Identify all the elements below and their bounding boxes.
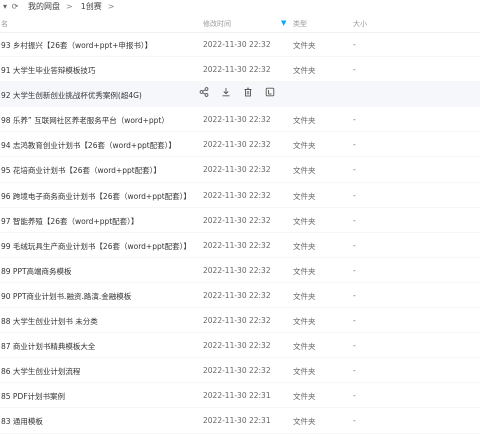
table-header: 名 修改时间 ▼ 类型 大小 bbox=[0, 16, 480, 33]
header-name[interactable]: 名 bbox=[1, 19, 8, 29]
header-type[interactable]: 类型 bbox=[293, 19, 307, 29]
file-type: 文件夹 bbox=[293, 141, 316, 151]
file-type: 文件夹 bbox=[293, 66, 316, 76]
file-name[interactable]: 99 毛绒玩具生产商业计划书【26套（word+ppt配套）】 bbox=[1, 241, 191, 252]
file-name[interactable]: 88 大学生创业计划书 未分类 bbox=[1, 316, 98, 327]
table-row[interactable]: 89 PPT高端商务模板 2022-11-30 22:32 文件夹 - bbox=[0, 258, 480, 283]
file-size: - bbox=[353, 165, 356, 175]
breadcrumb-current[interactable]: 1创赛 bbox=[81, 1, 102, 12]
table-row[interactable]: 96 跨境电子商务商业计划书【26套（word+ppt配套）】 2022-11-… bbox=[0, 183, 480, 208]
table-row-hovered[interactable]: 92 大学生创新创业挑战杯优秀案例(超4G) bbox=[0, 82, 480, 108]
file-type: 文件夹 bbox=[293, 266, 316, 276]
file-size: - bbox=[353, 115, 356, 125]
file-size: - bbox=[353, 391, 356, 401]
file-type: 文件夹 bbox=[293, 116, 316, 126]
breadcrumb-separator-trailing: > bbox=[107, 2, 115, 11]
file-name[interactable]: 91 大学生毕业答辩模板技巧 bbox=[1, 65, 95, 76]
file-size: - bbox=[353, 366, 356, 376]
file-size: - bbox=[353, 40, 356, 49]
table-row[interactable]: 97 智能养殖【26套（word+ppt配套）】 2022-11-30 22:3… bbox=[0, 208, 480, 233]
file-size: - bbox=[353, 290, 356, 300]
file-name[interactable]: 85 PDF计划书案例 bbox=[1, 391, 65, 402]
chevron-down-icon[interactable]: ▾ bbox=[0, 2, 10, 11]
file-modified: 2022-11-30 22:32 bbox=[203, 165, 271, 175]
file-modified: 2022-11-30 22:32 bbox=[203, 190, 271, 200]
row-actions bbox=[198, 86, 276, 98]
table-row[interactable]: 93 乡村振兴【26套（word+ppt+申报书）】 2022-11-30 22… bbox=[0, 32, 480, 58]
file-name[interactable]: 96 跨境电子商务商业计划书【26套（word+ppt配套）】 bbox=[1, 191, 191, 202]
download-icon[interactable] bbox=[220, 86, 232, 98]
file-size: - bbox=[353, 65, 356, 75]
table-row[interactable]: 88 大学生创业计划书 未分类 2022-11-30 22:32 文件夹 - bbox=[0, 308, 480, 334]
sort-arrow-icon[interactable]: ▼ bbox=[281, 19, 286, 27]
table-row[interactable]: 87 商业计划书精典模板大全 2022-11-30 22:32 文件夹 - bbox=[0, 333, 480, 359]
table-row[interactable]: 85 PDF计划书案例 2022-11-30 22:31 文件夹 - bbox=[0, 383, 480, 409]
file-modified: 2022-11-30 22:32 bbox=[203, 65, 271, 75]
table-row[interactable]: 94 志鸿教育创业计划书【26套（word+ppt配套）】 2022-11-30… bbox=[0, 132, 480, 158]
table-row[interactable]: 90 PPT商业计划书.融资.路演.金融模板 2022-11-30 22:32 … bbox=[0, 283, 480, 309]
file-size: - bbox=[353, 240, 356, 250]
file-size: - bbox=[353, 265, 356, 275]
file-modified: 2022-11-30 22:32 bbox=[203, 290, 271, 300]
file-name[interactable]: 97 智能养殖【26套（word+ppt配套）】 bbox=[1, 216, 138, 227]
file-modified: 2022-11-30 22:31 bbox=[203, 391, 271, 401]
file-name[interactable]: 83 通用模板 bbox=[1, 416, 43, 427]
file-name[interactable]: 98 乐养” 互联网社区养老服务平台（word+ppt） bbox=[1, 115, 169, 126]
file-modified: 2022-11-30 22:32 bbox=[203, 240, 271, 250]
table-row[interactable]: 99 毛绒玩具生产商业计划书【26套（word+ppt配套）】 2022-11-… bbox=[0, 233, 480, 258]
header-modified[interactable]: 修改时间 bbox=[203, 19, 231, 29]
breadcrumb-home[interactable]: 我的网盘 bbox=[28, 1, 60, 12]
file-size: - bbox=[353, 190, 356, 200]
file-type: 文件夹 bbox=[293, 317, 316, 327]
file-name[interactable]: 95 花培商业计划书【26套（word+ppt配套）】 bbox=[1, 165, 161, 176]
file-size: - bbox=[353, 316, 356, 326]
file-type: 文件夹 bbox=[293, 342, 316, 352]
file-list: 93 乡村振兴【26套（word+ppt+申报书）】 2022-11-30 22… bbox=[0, 32, 480, 434]
file-type: 文件夹 bbox=[293, 166, 316, 176]
file-size: - bbox=[353, 341, 356, 351]
file-type: 文件夹 bbox=[293, 367, 316, 377]
file-modified: 2022-11-30 22:32 bbox=[203, 316, 271, 326]
table-row[interactable]: 98 乐养” 互联网社区养老服务平台（word+ppt） 2022-11-30 … bbox=[0, 107, 480, 133]
file-modified: 2022-11-30 22:32 bbox=[203, 265, 271, 275]
delete-icon[interactable] bbox=[242, 86, 254, 98]
file-type: 文件夹 bbox=[293, 216, 316, 226]
file-size: - bbox=[353, 215, 356, 225]
file-modified: 2022-11-30 22:32 bbox=[203, 40, 271, 49]
breadcrumb-separator: > bbox=[66, 2, 73, 11]
file-size: - bbox=[353, 416, 356, 426]
file-modified: 2022-11-30 22:32 bbox=[203, 341, 271, 351]
file-modified: 2022-11-30 22:32 bbox=[203, 366, 271, 376]
file-modified: 2022-11-30 22:32 bbox=[203, 115, 271, 125]
file-type: 文件夹 bbox=[293, 291, 316, 301]
table-row-partial[interactable]: 83 通用模板 2022-11-30 22:31 文件夹 - bbox=[0, 408, 480, 434]
topbar: ▾ ⟳ 我的网盘 > 1创赛 > bbox=[0, 0, 480, 13]
file-name[interactable]: 92 大学生创新创业挑战杯优秀案例(超4G) bbox=[1, 90, 142, 101]
file-name[interactable]: 87 商业计划书精典模板大全 bbox=[1, 341, 95, 352]
file-type: 文件夹 bbox=[293, 241, 316, 251]
more-icon[interactable] bbox=[264, 86, 276, 98]
file-modified: 2022-11-30 22:32 bbox=[203, 215, 271, 225]
table-row[interactable]: 91 大学生毕业答辩模板技巧 2022-11-30 22:32 文件夹 - bbox=[0, 57, 480, 83]
file-type: 文件夹 bbox=[293, 41, 316, 50]
table-row[interactable]: 86 大学生创业计划流程 2022-11-30 22:32 文件夹 - bbox=[0, 358, 480, 384]
file-name[interactable]: 94 志鸿教育创业计划书【26套（word+ppt配套）】 bbox=[1, 140, 176, 151]
file-type: 文件夹 bbox=[293, 417, 316, 427]
file-modified: 2022-11-30 22:31 bbox=[203, 416, 271, 426]
file-type: 文件夹 bbox=[293, 392, 316, 402]
file-name[interactable]: 93 乡村振兴【26套（word+ppt+申报书）】 bbox=[1, 40, 152, 51]
file-name[interactable]: 89 PPT高端商务模板 bbox=[1, 266, 72, 277]
file-type: 文件夹 bbox=[293, 191, 316, 201]
file-name[interactable]: 86 大学生创业计划流程 bbox=[1, 366, 80, 377]
header-size[interactable]: 大小 bbox=[353, 19, 367, 29]
table-row[interactable]: 95 花培商业计划书【26套（word+ppt配套）】 2022-11-30 2… bbox=[0, 157, 480, 183]
refresh-icon[interactable]: ⟳ bbox=[10, 2, 20, 11]
file-name[interactable]: 90 PPT商业计划书.融资.路演.金融模板 bbox=[1, 291, 131, 302]
share-icon[interactable] bbox=[198, 86, 210, 98]
file-size: - bbox=[353, 140, 356, 150]
file-modified: 2022-11-30 22:32 bbox=[203, 140, 271, 150]
